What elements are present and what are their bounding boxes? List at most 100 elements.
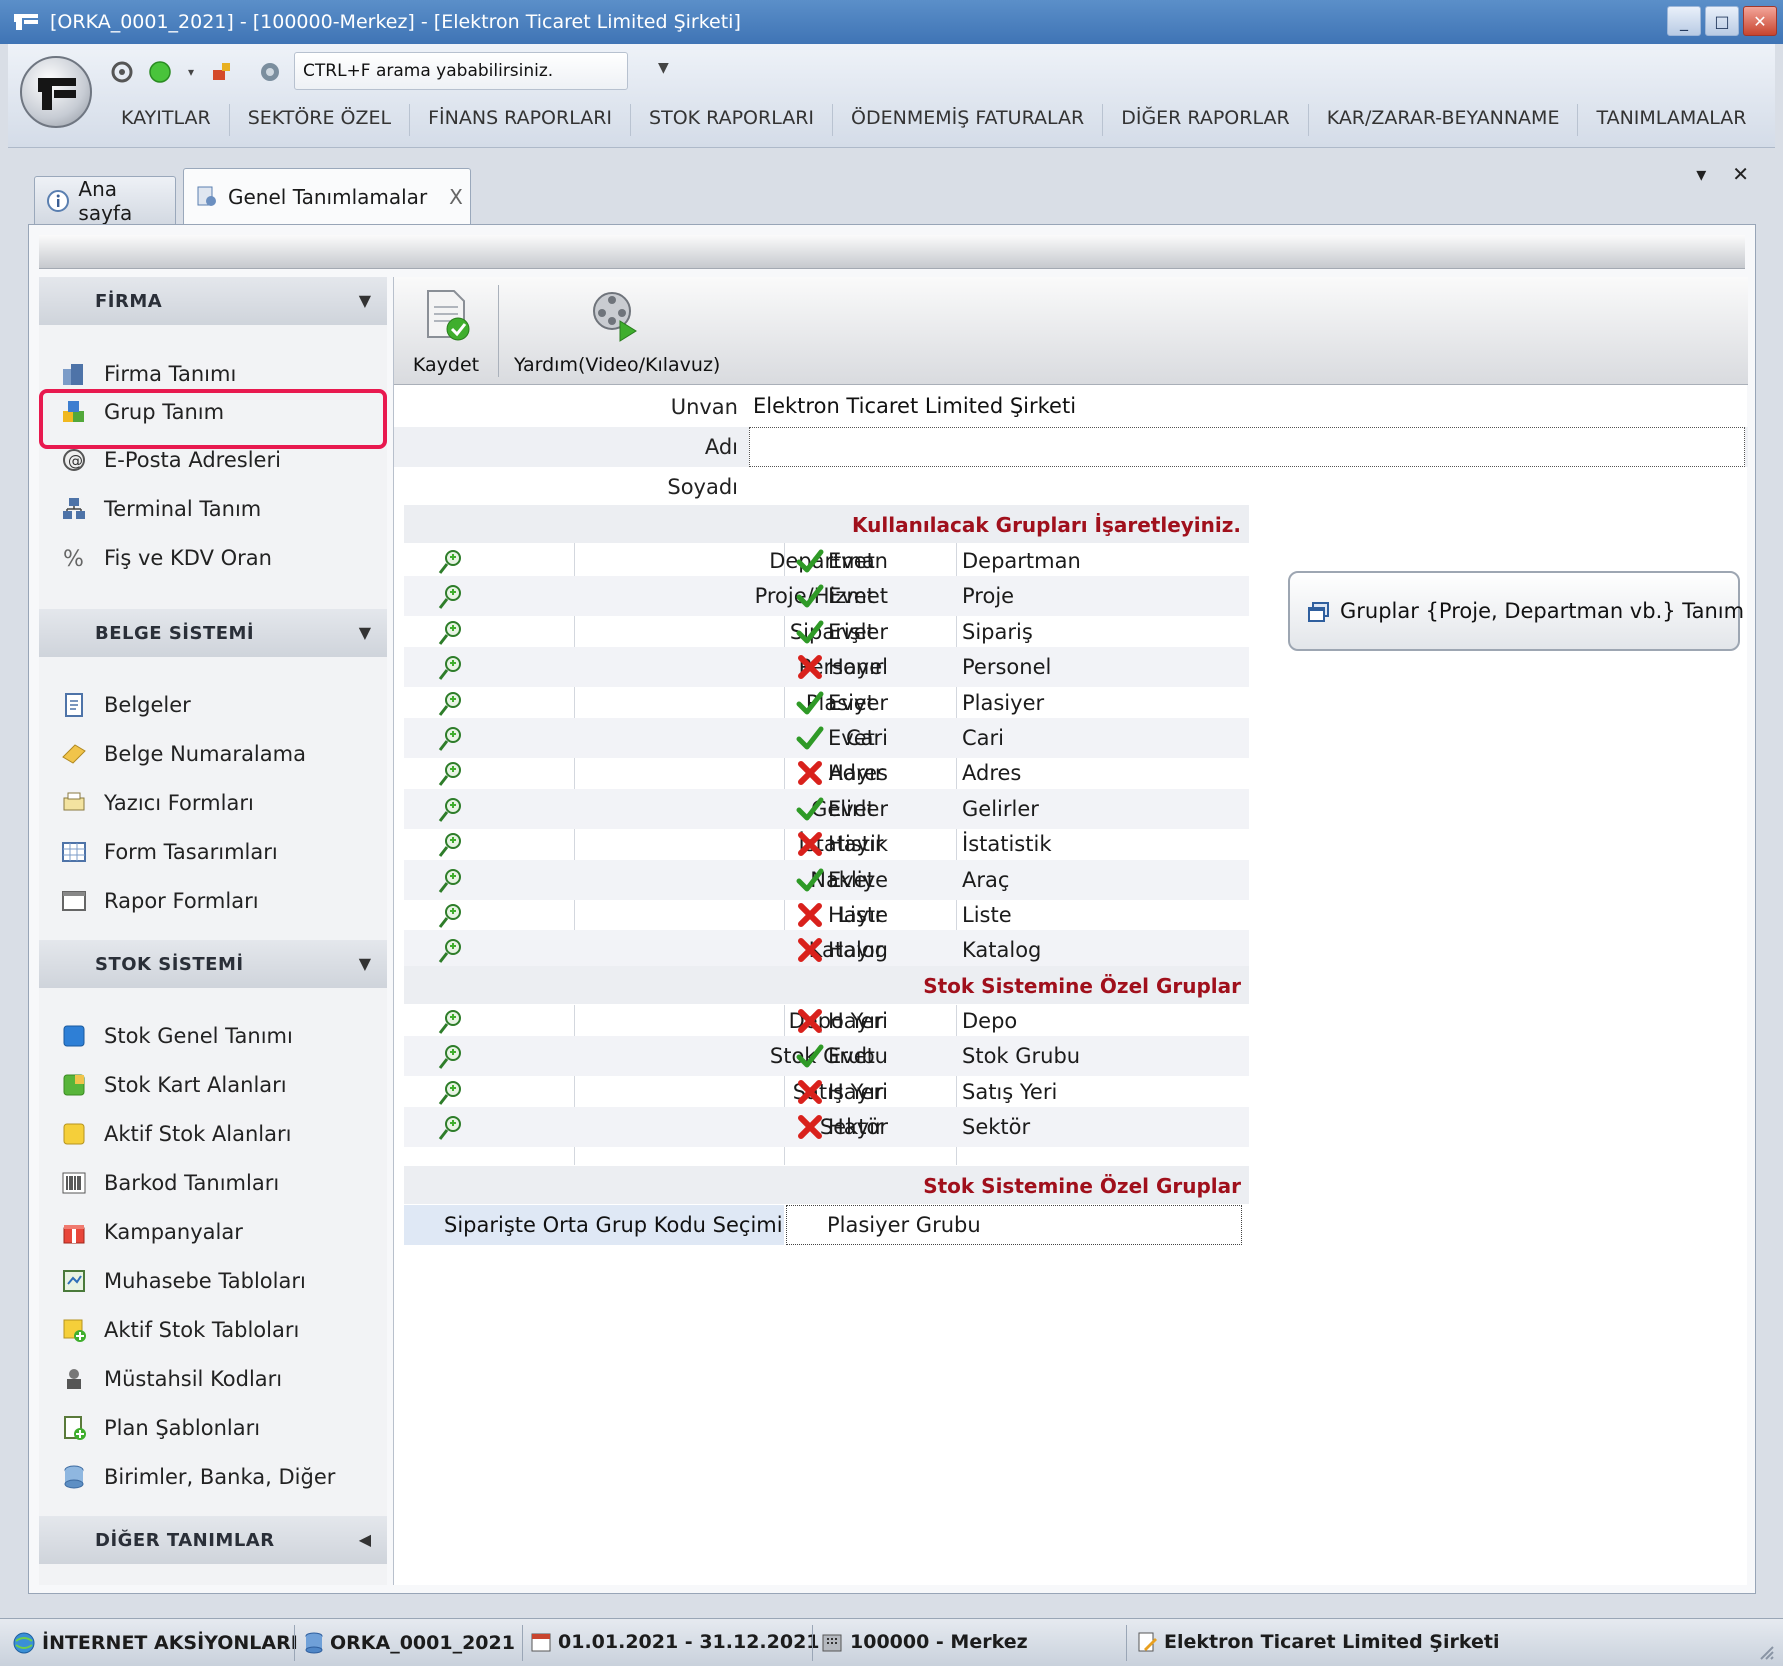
resize-grip-icon[interactable] (1755, 1641, 1775, 1661)
menu-sektore-ozel[interactable]: SEKTÖRE ÖZEL (230, 104, 411, 136)
menu-kar-zarar-beyanname[interactable]: KAR/ZARAR-BEYANNAME (1309, 104, 1579, 136)
order-mid-group-select[interactable]: Plasiyer Grubu (786, 1205, 1242, 1245)
sidebar-item-aktif-stok-alanlari[interactable]: Aktif Stok Alanları (39, 1111, 387, 1157)
soyadi-field[interactable] (749, 467, 1745, 507)
menu-finans-raporlari[interactable]: FİNANS RAPORLARI (410, 104, 632, 136)
tab-ana-sayfa[interactable]: Ana sayfa (34, 176, 176, 225)
sidebar-section-stok-sistemi[interactable]: STOK SİSTEMİ ▼ (39, 940, 387, 988)
menu-diger-raporlar[interactable]: DİĞER RAPORLAR (1103, 104, 1309, 136)
group-display-name[interactable]: Satış Yeri (962, 1080, 1057, 1104)
customize-toolbar-icon[interactable]: ▼ (658, 60, 669, 76)
group-display-name[interactable]: Personel (962, 655, 1051, 679)
group-row[interactable]: Katalog Hayır Katalog (404, 930, 1249, 971)
cross-icon[interactable] (796, 1113, 824, 1141)
help-video-button[interactable]: Yardım(Video/Kılavuz) (514, 287, 720, 376)
tab-list-dropdown-icon[interactable]: ▾ (1696, 162, 1706, 186)
group-display-name[interactable]: Sipariş (962, 620, 1033, 644)
group-row[interactable]: Cari Evet Cari (404, 718, 1249, 758)
close-window-button[interactable]: ✕ (1743, 6, 1777, 36)
group-row[interactable]: Proje/Hizmet Evet Proje (404, 576, 1249, 617)
dropdown-arrow-icon[interactable]: ▾ (184, 58, 198, 86)
minimize-button[interactable]: _ (1667, 6, 1701, 36)
group-row[interactable]: Sektör Hayır Sektör (404, 1107, 1249, 1148)
check-icon[interactable] (796, 582, 824, 610)
group-display-name[interactable]: Gelirler (962, 797, 1039, 821)
group-display-name[interactable]: Liste (962, 903, 1012, 927)
sidebar-item-aktif-stok-tablolari[interactable]: Aktif Stok Tabloları (39, 1307, 387, 1353)
collapse-arrow-icon[interactable]: ▼ (359, 623, 371, 642)
group-row[interactable]: İstatistik Hayır İstatistik (404, 824, 1249, 864)
sidebar-item-belge-numaralama[interactable]: Belge Numaralama (39, 731, 387, 777)
group-pin-icon[interactable] (436, 866, 466, 896)
cross-icon[interactable] (796, 830, 824, 858)
close-all-tabs-icon[interactable]: ✕ (1732, 162, 1749, 186)
group-row[interactable]: Adres Hayır Adres (404, 753, 1249, 793)
menu-stok-raporlari[interactable]: STOK RAPORLARI (631, 104, 834, 136)
group-pin-icon[interactable] (436, 582, 466, 612)
cross-icon[interactable] (796, 1078, 824, 1106)
check-icon[interactable] (796, 1042, 824, 1070)
collapse-arrow-icon[interactable]: ▼ (359, 954, 371, 973)
check-icon[interactable] (796, 724, 824, 752)
menu-tanimlamalar[interactable]: TANIMLAMALAR (1578, 104, 1764, 136)
group-row[interactable]: Gelirler Evet Gelirler (404, 788, 1249, 829)
group-display-name[interactable]: İstatistik (962, 832, 1051, 856)
sidebar-item-mustahsil-kodlari[interactable]: Müstahsil Kodları (39, 1356, 387, 1402)
group-pin-icon[interactable] (436, 1007, 466, 1037)
cross-icon[interactable] (796, 1007, 824, 1035)
group-display-name[interactable]: Adres (962, 761, 1021, 785)
group-pin-icon[interactable] (436, 936, 466, 966)
tab-genel-tanimlamalar[interactable]: Genel Tanımlamalar X (183, 168, 471, 224)
sidebar-item-stok-genel-tanimi[interactable]: Stok Genel Tanımı (39, 1013, 387, 1059)
check-icon[interactable] (796, 618, 824, 646)
group-pin-icon[interactable] (436, 618, 466, 648)
group-row[interactable]: Depo Yeri Hayır Depo (404, 1001, 1249, 1041)
sidebar-section-firma[interactable]: FİRMA ▼ (39, 277, 387, 325)
group-pin-icon[interactable] (436, 759, 466, 789)
collapse-arrow-icon[interactable]: ▼ (359, 291, 371, 310)
group-pin-icon[interactable] (436, 653, 466, 683)
sidebar-item-form-tasarimlari[interactable]: Form Tasarımları (39, 829, 387, 875)
group-pin-icon[interactable] (436, 1078, 466, 1108)
group-pin-icon[interactable] (436, 689, 466, 719)
group-display-name[interactable]: Depo (962, 1009, 1017, 1033)
group-pin-icon[interactable] (436, 547, 466, 577)
adi-field[interactable] (749, 427, 1745, 467)
sidebar-item-birimler-banka-diger[interactable]: Birimler, Banka, Diğer (39, 1454, 387, 1500)
application-menu-button[interactable] (20, 56, 92, 128)
network-settings-icon[interactable] (108, 58, 136, 86)
menu-odenmemis-faturalar[interactable]: ÖDENMEMİŞ FATURALAR (833, 104, 1104, 136)
cross-icon[interactable] (796, 901, 824, 929)
group-row[interactable]: Plasiyer Evet Plasiyer (404, 683, 1249, 723)
sidebar-item-yazici-formlari[interactable]: Yazıcı Formları (39, 780, 387, 826)
sidebar-section-diger-tanimlar[interactable]: DİĞER TANIMLAR ◀ (39, 1516, 387, 1564)
status-internet-actions[interactable]: İNTERNET AKSİYONLARI (12, 1631, 298, 1655)
check-icon[interactable] (796, 547, 824, 575)
sidebar-item-stok-kart-alanlari[interactable]: Stok Kart Alanları (39, 1062, 387, 1108)
sidebar-item-fis-ve-kdv-oran[interactable]: % Fiş ve KDV Oran (39, 535, 387, 581)
sidebar-item-rapor-formlari[interactable]: Rapor Formları (39, 878, 387, 924)
sidebar-item-plan-sablonlari[interactable]: Plan Şablonları (39, 1405, 387, 1451)
group-pin-icon[interactable] (436, 901, 466, 931)
sidebar-item-barkod-tanimlari[interactable]: Barkod Tanımları (39, 1160, 387, 1206)
search-input[interactable]: CTRL+F arama yababilirsiniz. (294, 52, 628, 90)
group-display-name[interactable]: Plasiyer (962, 691, 1044, 715)
check-icon[interactable] (796, 866, 824, 894)
menu-kayitlar[interactable]: KAYITLAR (103, 104, 230, 136)
group-pin-icon[interactable] (436, 795, 466, 825)
group-row[interactable]: Satış Yeri Hayır Satış Yeri (404, 1072, 1249, 1112)
online-status-icon[interactable] (146, 58, 174, 86)
group-pin-icon[interactable] (436, 830, 466, 860)
group-display-name[interactable]: Cari (962, 726, 1004, 750)
close-tab-icon[interactable]: X (449, 185, 463, 209)
groups-definition-button[interactable]: Gruplar {Proje, Departman vb.} Tanım (1288, 571, 1744, 651)
group-display-name[interactable]: Stok Grubu (962, 1044, 1080, 1068)
sidebar-item-muhasebe-tablolari[interactable]: Muhasebe Tabloları (39, 1258, 387, 1304)
sidebar-item-kampanyalar[interactable]: Kampanyalar (39, 1209, 387, 1255)
group-row[interactable]: Personel Hayır Personel (404, 647, 1249, 688)
group-pin-icon[interactable] (436, 724, 466, 754)
group-pin-icon[interactable] (436, 1042, 466, 1072)
group-display-name[interactable]: Araç (962, 868, 1009, 892)
group-row[interactable]: Stok Grubu Evet Stok Grubu (404, 1036, 1249, 1077)
sidebar-section-belge-sistemi[interactable]: BELGE SİSTEMİ ▼ (39, 609, 387, 657)
